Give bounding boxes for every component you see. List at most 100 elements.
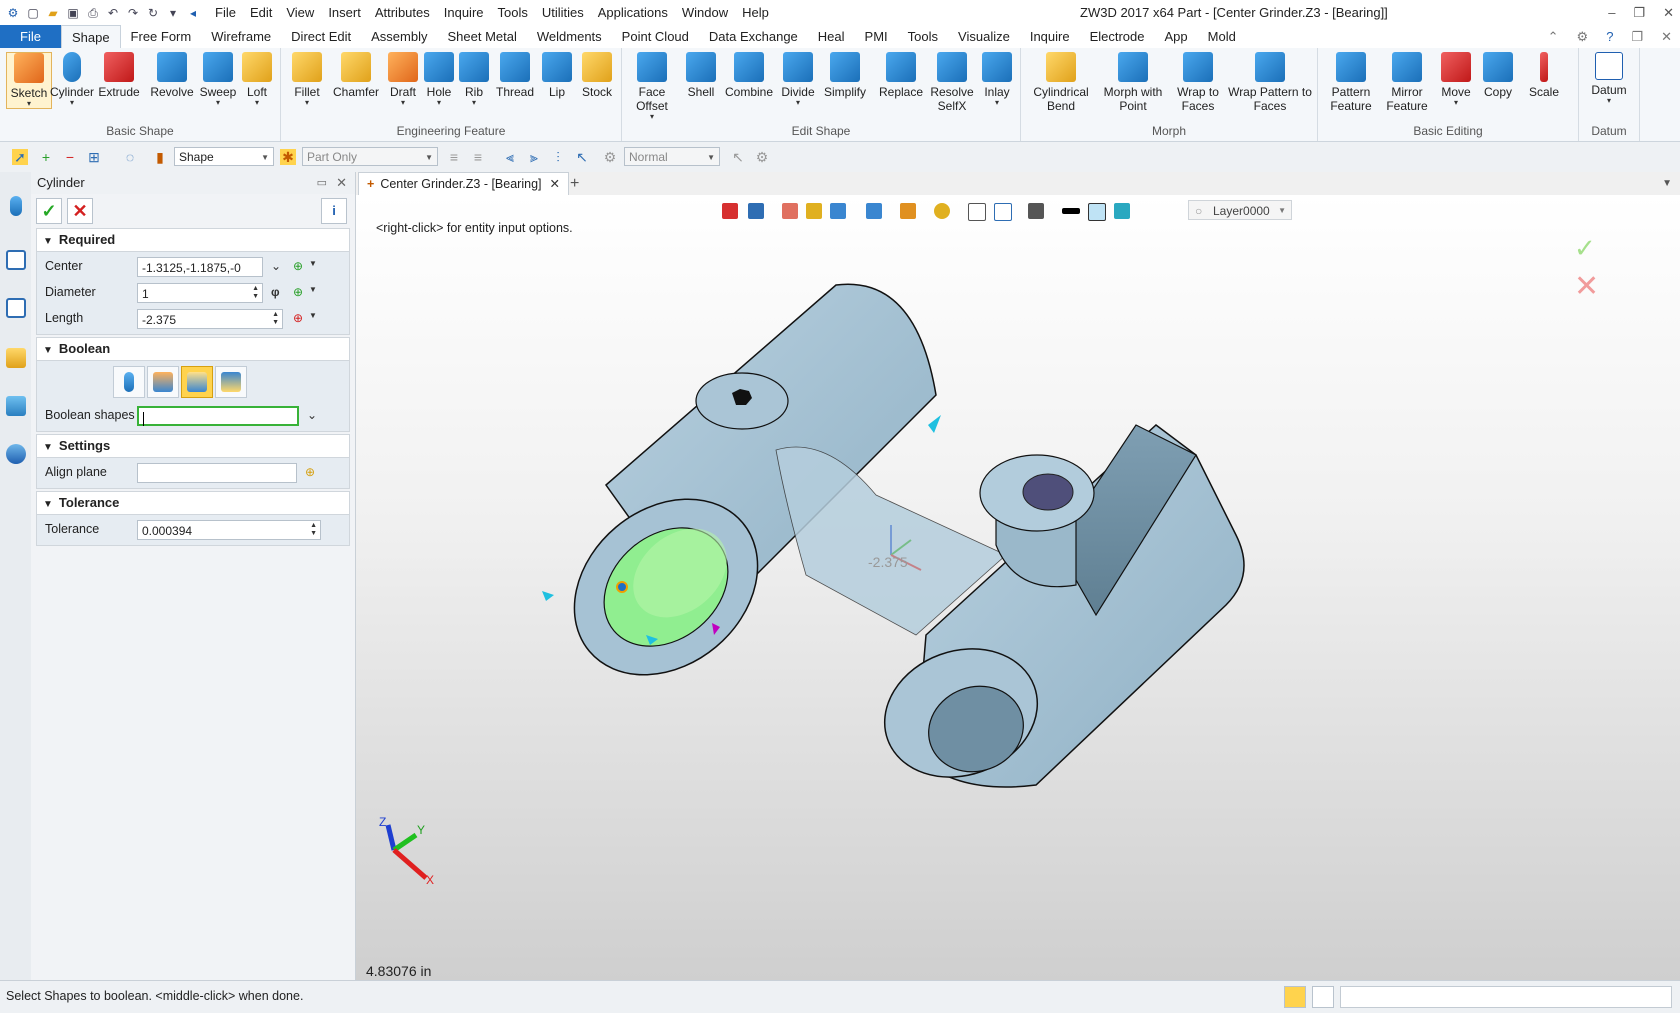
wrap-to-faces-button[interactable]: Wrap to Faces: [1171, 52, 1225, 113]
align-left-icon[interactable]: ⫷: [502, 149, 518, 165]
tab-point-cloud[interactable]: Point Cloud: [612, 25, 699, 48]
section-header-tolerance[interactable]: ▼ Tolerance: [36, 491, 350, 515]
replace-button[interactable]: Replace: [874, 52, 928, 99]
menu-tools[interactable]: Tools: [491, 0, 535, 25]
save-icon[interactable]: ▣: [66, 6, 80, 20]
exit-icon[interactable]: [722, 203, 738, 219]
print-icon[interactable]: ⎙: [86, 6, 100, 20]
boolean-intersect-button[interactable]: [215, 366, 247, 398]
user-icon[interactable]: [6, 444, 26, 464]
restore-icon[interactable]: ❐: [1633, 0, 1645, 25]
pin-icon[interactable]: ▭: [317, 172, 327, 194]
image-icon[interactable]: [6, 396, 26, 416]
center-field[interactable]: -1.3125,-1.1875,-0: [137, 257, 263, 277]
menu-file[interactable]: File: [208, 0, 243, 25]
app-logo-icon[interactable]: ⚙: [6, 6, 20, 20]
dimension-icon[interactable]: [994, 203, 1012, 221]
tab-visualize[interactable]: Visualize: [948, 25, 1020, 48]
tab-file[interactable]: File: [0, 25, 61, 48]
list-toggle-icon[interactable]: [1312, 986, 1334, 1008]
menu-edit[interactable]: Edit: [243, 0, 279, 25]
wrap-pattern-to-faces-button[interactable]: Wrap Pattern to Faces: [1227, 52, 1313, 113]
menu-insert[interactable]: Insert: [321, 0, 368, 25]
tolerance-field[interactable]: 0.000394 ▲ ▼: [137, 520, 321, 540]
tab-close-icon[interactable]: ✕: [550, 177, 560, 191]
divide-button[interactable]: Divide ▾: [776, 52, 820, 107]
length-field[interactable]: -2.375 ▲ ▼: [137, 309, 283, 329]
stock-button[interactable]: Stock: [575, 52, 619, 99]
color-swatch-icon[interactable]: [1088, 203, 1106, 221]
center-dropdown-icon[interactable]: ▼: [309, 259, 317, 268]
menu-inquire[interactable]: Inquire: [437, 0, 491, 25]
shaded-icon[interactable]: [806, 203, 822, 219]
shell-button[interactable]: Shell: [680, 52, 722, 99]
align-plane-pick-icon[interactable]: ⊕: [305, 465, 315, 479]
regen-icon[interactable]: ↻: [146, 6, 160, 20]
redo-icon[interactable]: ↷: [126, 6, 140, 20]
part-model[interactable]: [356, 195, 1680, 980]
diameter-dropdown-icon[interactable]: ▼: [309, 285, 317, 294]
filter-icon[interactable]: ⊞: [86, 149, 102, 165]
history-tree-icon[interactable]: [6, 250, 26, 270]
mode-select[interactable]: Normal ▼: [624, 147, 720, 166]
length-dropdown-icon[interactable]: ▼: [309, 311, 317, 320]
tab-direct-edit[interactable]: Direct Edit: [281, 25, 361, 48]
section-header-settings[interactable]: ▼ Settings: [36, 434, 350, 458]
inlay-button[interactable]: Inlay ▾: [976, 52, 1018, 107]
revolve-button[interactable]: Revolve: [148, 52, 196, 99]
sweep-button[interactable]: Sweep ▾: [196, 52, 240, 107]
view-orient-icon[interactable]: [748, 203, 764, 219]
eraser-icon[interactable]: [782, 203, 798, 219]
layout-toggle-icon[interactable]: [1284, 986, 1306, 1008]
face-offset-button[interactable]: Face Offset ▾: [628, 52, 676, 121]
snap2-icon[interactable]: ≡: [470, 149, 486, 165]
move-button[interactable]: Move ▾: [1436, 52, 1476, 107]
section-header-required[interactable]: ▼ Required: [36, 228, 350, 252]
tab-shape[interactable]: Shape: [60, 25, 121, 48]
mirror-feature-button[interactable]: Mirror Feature: [1380, 52, 1434, 113]
command-input[interactable]: [1340, 986, 1672, 1008]
thread-button[interactable]: Thread: [491, 52, 539, 99]
settings-gear-icon[interactable]: ⚙: [1577, 25, 1589, 48]
tab-app[interactable]: App: [1155, 25, 1198, 48]
menu-applications[interactable]: Applications: [591, 0, 675, 25]
pattern-feature-button[interactable]: Pattern Feature: [1324, 52, 1378, 113]
tab-wireframe[interactable]: Wireframe: [201, 25, 281, 48]
morph-with-point-button[interactable]: Morph with Point: [1099, 52, 1167, 113]
lip-button[interactable]: Lip: [539, 52, 575, 99]
datum-button[interactable]: Datum ▾: [1587, 52, 1631, 105]
menu-utilities[interactable]: Utilities: [535, 0, 591, 25]
tab-mold[interactable]: Mold: [1198, 25, 1246, 48]
new-tab-icon[interactable]: +: [570, 172, 579, 195]
add-icon[interactable]: +: [38, 149, 54, 165]
display-mode-icon[interactable]: [866, 203, 882, 219]
line-style-icon[interactable]: [1062, 208, 1080, 214]
dropdown-arrow-icon[interactable]: ▾: [166, 6, 180, 20]
panel-close-icon[interactable]: ✕: [336, 172, 347, 194]
viewport-cancel-icon[interactable]: ✕: [1574, 269, 1599, 304]
expand-options-icon[interactable]: ⌄: [307, 408, 317, 422]
hole-button[interactable]: Hole ▾: [421, 52, 457, 107]
sketch-button[interactable]: Sketch ▾: [6, 52, 52, 109]
tab-pmi[interactable]: PMI: [855, 25, 898, 48]
base-body-button[interactable]: [113, 366, 145, 398]
undo-icon[interactable]: ↶: [106, 6, 120, 20]
simplify-button[interactable]: Simplify: [820, 52, 870, 99]
zoom-fit-icon[interactable]: [968, 203, 986, 221]
document-tab[interactable]: + Center Grinder.Z3 - [Bearing] ✕: [358, 172, 569, 196]
draft-button[interactable]: Draft ▾: [383, 52, 423, 107]
copy-button[interactable]: Copy: [1478, 52, 1518, 99]
cylinder-button[interactable]: Cylinder ▾: [50, 52, 94, 107]
align-right-icon[interactable]: ⫶: [550, 149, 566, 165]
boolean-remove-button[interactable]: [181, 366, 213, 398]
doc-restore-icon[interactable]: ❐: [1631, 25, 1643, 48]
center-pick-icon[interactable]: ⊕: [293, 259, 303, 273]
cursor-disabled-icon[interactable]: ↖: [730, 149, 746, 165]
boolean-shapes-field[interactable]: [137, 406, 299, 426]
extrude-button[interactable]: Extrude: [96, 52, 142, 99]
align-center-icon[interactable]: ⫸: [526, 149, 542, 165]
viewport-ok-icon[interactable]: ✓: [1574, 233, 1596, 264]
tab-weldments[interactable]: Weldments: [527, 25, 612, 48]
help-icon[interactable]: ?: [1606, 25, 1613, 48]
length-spinner[interactable]: ▲ ▼: [272, 311, 279, 327]
